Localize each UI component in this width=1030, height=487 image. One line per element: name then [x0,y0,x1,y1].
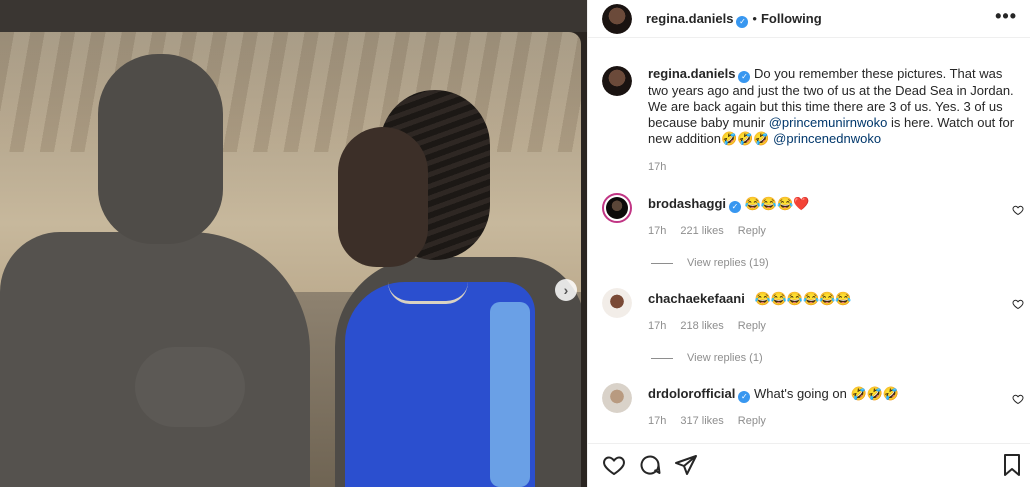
man-head [98,54,223,244]
comment-username[interactable]: drdolorofficial [648,386,735,401]
caption-author-avatar[interactable] [602,66,632,96]
post-header: regina.daniels ✓ • Following ••• [588,0,1030,38]
comment-likes[interactable]: 221 likes [680,225,723,237]
view-replies-button[interactable]: View replies (1) [651,352,763,364]
rocky-background [0,32,581,152]
header-meta: regina.daniels ✓ • Following [646,11,822,28]
comment: brodashaggi ✓ 😂😂😂❤️ [648,196,809,213]
comment-likes[interactable]: 317 likes [680,415,723,427]
chevron-right-icon: › [563,282,569,298]
comment-likes[interactable]: 218 likes [680,320,723,332]
author-avatar[interactable] [602,4,632,34]
verified-badge-icon: ✓ [738,71,751,83]
comment-timestamp[interactable]: 17h [648,415,666,427]
comment-username[interactable]: brodashaggi [648,196,726,211]
post-actions-bar [588,443,1030,487]
heart-icon[interactable] [1012,393,1024,405]
comment-meta: 17h 218 likes Reply [648,320,780,332]
comment-icon[interactable] [638,453,662,477]
comment: chachaekefaani 😂😂😂😂😂😂 [648,291,852,307]
bookmark-icon[interactable] [1000,453,1024,477]
photo-top-band [0,0,587,32]
view-replies-button[interactable]: View replies (19) [651,257,769,269]
verified-badge-icon: ✓ [736,16,749,28]
post-image[interactable] [0,32,581,487]
following-button[interactable]: Following [761,11,822,26]
mention-link[interactable]: @princemunirnwoko [769,115,888,130]
comment-timestamp[interactable]: 17h [648,320,666,332]
replies-dash [651,262,673,264]
heart-icon[interactable] [1012,298,1024,310]
separator-dot: • [752,11,757,26]
more-options-icon[interactable]: ••• [995,6,1017,27]
caption: regina.daniels ✓ Do you remember these pi… [648,66,1023,147]
caption-timestamp[interactable]: 17h [648,161,666,173]
view-replies-label: View replies (1) [687,352,763,364]
reply-button[interactable]: Reply [738,225,766,237]
reply-button[interactable]: Reply [738,320,766,332]
next-image-button[interactable]: › [555,279,577,301]
woman-head [338,127,428,267]
heart-icon[interactable] [1012,204,1024,216]
view-replies-label: View replies (19) [687,257,769,269]
comment-avatar[interactable] [602,193,632,223]
comment-avatar[interactable] [602,383,632,413]
comment-text: 😂😂😂😂😂😂 [754,291,852,306]
comment-timestamp[interactable]: 17h [648,225,666,237]
paper-plane-icon[interactable] [674,453,698,477]
post-photo-pane: › [0,0,587,487]
heart-icon[interactable] [602,453,626,477]
comment-username[interactable]: chachaekefaani [648,291,745,306]
caption-meta: 17h [648,161,680,173]
author-username[interactable]: regina.daniels [646,11,733,26]
comment: drdolorofficial ✓ What's going on 🤣🤣🤣 [648,386,899,403]
mention-link[interactable]: @princenednwoko [773,131,881,146]
caption-username[interactable]: regina.daniels [648,66,735,81]
comment-avatar[interactable] [602,288,632,318]
swimsuit-stripe [490,302,530,487]
comments-scroll-area[interactable]: regina.daniels ✓ Do you remember these pi… [588,39,1030,443]
verified-badge-icon: ✓ [729,201,742,213]
comment-text: What's going on 🤣🤣🤣 [754,386,900,401]
man-hand [135,347,245,427]
reply-button[interactable]: Reply [738,415,766,427]
comment-meta: 17h 221 likes Reply [648,225,780,237]
comment-text: 😂😂😂❤️ [744,196,810,211]
verified-badge-icon: ✓ [738,391,751,403]
necklace [388,282,468,304]
post-sidebar: regina.daniels ✓ • Following ••• regina.dan… [587,0,1030,487]
replies-dash [651,357,673,359]
comment-meta: 17h 317 likes Reply [648,415,780,427]
